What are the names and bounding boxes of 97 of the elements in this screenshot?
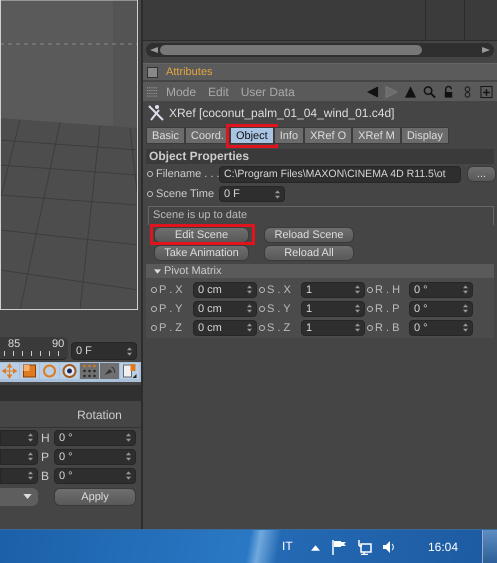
scene-time-field[interactable]: 0 F [219, 186, 285, 202]
spinner-icon[interactable] [247, 323, 252, 332]
axis-label: P [41, 450, 50, 464]
axis-label: H [41, 430, 51, 444]
group-title: Pivot Matrix [164, 265, 222, 277]
left-arrow-icon[interactable] [150, 46, 158, 54]
panel-title: Attributes [166, 66, 212, 78]
lock-icon[interactable] [442, 84, 455, 98]
field-label: P . Y [159, 302, 184, 314]
input-field[interactable] [0, 448, 38, 464]
spinner-icon[interactable] [463, 304, 468, 313]
field-label: R . B [375, 322, 400, 334]
document-icon[interactable] [120, 363, 139, 379]
spinner-icon[interactable] [463, 285, 468, 294]
timeline-ruler[interactable]: 85 90 [0, 337, 68, 360]
spinner-icon[interactable] [247, 285, 252, 294]
input-field[interactable]: 0 ° [409, 320, 473, 336]
spinner-icon[interactable] [247, 304, 252, 313]
network-icon[interactable] [356, 539, 372, 556]
input-field[interactable]: 0 ° [54, 468, 136, 484]
field-label: Scene Time [156, 188, 216, 200]
input-field[interactable]: 1 [301, 320, 365, 336]
status-text: Scene is up to date [148, 206, 494, 225]
dots-icon[interactable] [80, 363, 99, 379]
checkbox[interactable] [147, 66, 158, 78]
dropdown[interactable] [0, 488, 38, 506]
input-field[interactable]: 1 [301, 282, 365, 298]
spinner-icon[interactable] [463, 323, 468, 332]
field-label: R . H [375, 284, 402, 296]
speaker-icon[interactable] [381, 539, 397, 556]
axis-label: B [41, 468, 50, 482]
spinner-icon[interactable] [126, 471, 131, 480]
browse-button[interactable]: ... [467, 166, 496, 182]
circle-icon[interactable] [60, 363, 79, 379]
field-label: S . X [267, 284, 292, 296]
input-field[interactable]: 0 cm [193, 320, 257, 336]
flag-icon[interactable] [331, 539, 347, 556]
back-arrow-icon[interactable] [366, 84, 379, 98]
spinner-icon[interactable] [126, 452, 131, 461]
object-title: XRef [coconut_palm_01_04_wind_01.c4d] [169, 106, 394, 120]
column-header: Rotation [77, 408, 122, 422]
input-field[interactable] [0, 468, 38, 484]
tab[interactable]: Display [400, 127, 449, 144]
field-label: R . P [375, 302, 400, 314]
tab[interactable]: Object [230, 127, 274, 144]
spinner-icon[interactable] [28, 433, 33, 442]
scene-button[interactable]: Reload Scene [264, 227, 354, 243]
up-arrow-icon[interactable] [404, 84, 417, 98]
input-field[interactable]: 0 cm [193, 282, 257, 298]
right-arrow-icon[interactable] [482, 46, 490, 54]
search-icon[interactable] [423, 84, 436, 98]
spinner-icon[interactable] [355, 323, 360, 332]
section-header: Object Properties [146, 149, 494, 164]
scene-button[interactable]: Edit Scene [154, 227, 249, 243]
input-field[interactable]: 0 ° [409, 300, 473, 316]
tab[interactable]: XRef O [304, 127, 352, 144]
language-indicator[interactable]: IT [282, 539, 293, 554]
input-field[interactable] [0, 430, 38, 446]
apply-button[interactable]: Apply [54, 488, 136, 506]
spinner-icon[interactable] [355, 304, 360, 313]
spinner-icon[interactable] [275, 190, 280, 198]
tab[interactable]: Info [274, 127, 304, 144]
spinner-icon[interactable] [126, 433, 131, 442]
scene-button[interactable]: Take Animation [154, 245, 249, 261]
field-label: Filename . . . [156, 168, 216, 180]
path-field[interactable]: C:\Program Files\MAXON\CINEMA 4D R11.5\ot [219, 166, 461, 182]
scene-button[interactable]: Reload All [264, 245, 354, 261]
scroll-thumb[interactable] [160, 45, 422, 55]
spinner-icon[interactable] [127, 346, 132, 356]
tab[interactable]: Coord. [184, 127, 230, 144]
up-arrow-icon[interactable] [311, 545, 320, 552]
input-field[interactable]: 0 ° [54, 430, 136, 446]
figure-icon [147, 104, 165, 122]
grip-icon [147, 86, 158, 97]
field-label: S . Z [267, 322, 292, 334]
field-label: S . Y [267, 302, 292, 314]
input-field[interactable]: 0 ° [54, 448, 136, 464]
input-field[interactable]: 0 cm [193, 300, 257, 316]
new-panel-icon[interactable] [480, 84, 493, 98]
group-header[interactable]: Pivot Matrix [146, 264, 494, 278]
spinner-icon[interactable] [28, 452, 33, 461]
show-desktop-button[interactable] [482, 530, 497, 563]
input-field[interactable]: 1 [301, 300, 365, 316]
input-field[interactable]: 0 ° [409, 282, 473, 298]
frame-number: 85 [8, 338, 20, 350]
spinner-icon[interactable] [28, 471, 33, 480]
frame-field[interactable]: 0 F [71, 342, 137, 360]
spinner-icon[interactable] [355, 285, 360, 294]
field-label: P . X [159, 284, 184, 296]
scale-icon[interactable] [20, 363, 39, 379]
frame-number: 90 [52, 338, 64, 350]
tab[interactable]: XRef M [352, 127, 401, 144]
scrollbar[interactable] [146, 43, 494, 57]
clock[interactable]: 16:04 [428, 540, 458, 554]
caret-icon [23, 494, 32, 499]
tab[interactable]: Basic [146, 127, 185, 144]
field-label: P . Z [159, 322, 184, 334]
